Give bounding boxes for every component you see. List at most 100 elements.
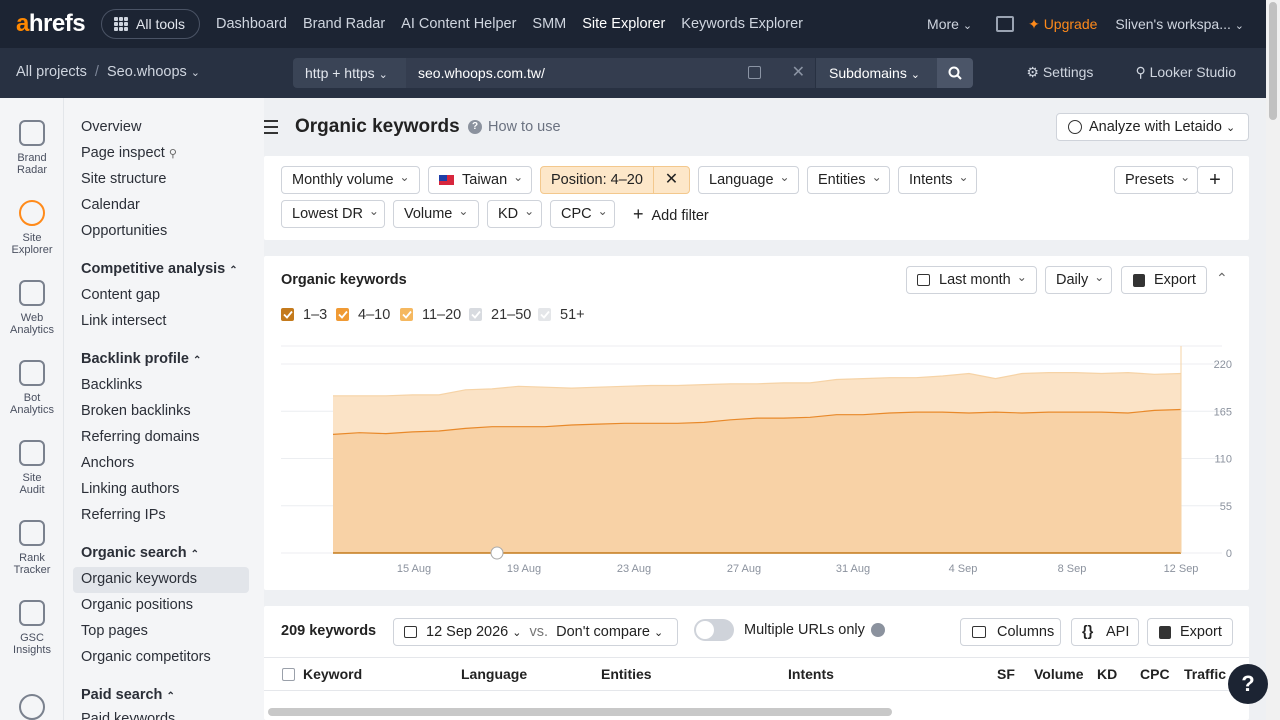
- remove-filter-icon[interactable]: ✕: [653, 166, 689, 194]
- add-filter-button[interactable]: + Add filter: [633, 200, 709, 228]
- legend-label: 51+: [560, 307, 585, 323]
- sidebar-item-organic-keywords[interactable]: Organic keywords: [81, 571, 197, 587]
- sidebar-item-top-pages[interactable]: Top pages: [81, 623, 148, 639]
- sidebar-heading-backlink[interactable]: Backlink profile ⌃: [81, 351, 201, 367]
- how-to-use-link[interactable]: ? How to use: [468, 119, 561, 135]
- volume-filter[interactable]: Volume: [393, 200, 479, 228]
- search-button[interactable]: [937, 58, 973, 88]
- sidebar-item-overview[interactable]: Overview: [81, 119, 141, 135]
- country-filter[interactable]: Taiwan: [428, 166, 532, 194]
- upgrade-button[interactable]: ✦ Upgrade: [1028, 16, 1097, 33]
- rail-settings[interactable]: [0, 694, 64, 720]
- page-title: Organic keywords: [295, 116, 460, 137]
- sidebar-item-page-inspect[interactable]: Page inspect ⚲: [81, 145, 177, 161]
- col-intents[interactable]: Intents: [788, 666, 834, 682]
- col-entities[interactable]: Entities: [601, 666, 652, 682]
- all-tools-button[interactable]: All tools: [101, 9, 200, 39]
- ahrefs-logo[interactable]: ahrefs: [16, 10, 86, 38]
- sidebar-item-calendar[interactable]: Calendar: [81, 197, 140, 213]
- protocol-select[interactable]: http + https ⌄: [293, 58, 406, 88]
- settings-button[interactable]: ⚙ Settings: [1026, 64, 1093, 81]
- workspace-menu[interactable]: Sliven's workspa... ⌄: [1115, 16, 1244, 32]
- multiple-urls-toggle[interactable]: [694, 619, 734, 641]
- tool-rail: Brand Radar Site Explorer Web Analytics Bot…: [0, 98, 64, 720]
- col-volume[interactable]: Volume: [1034, 666, 1084, 682]
- sidebar-item-referring-domains[interactable]: Referring domains: [81, 429, 199, 445]
- col-cpc[interactable]: CPC: [1140, 666, 1170, 682]
- url-input[interactable]: seo.whoops.com.tw/ ✕: [406, 58, 815, 88]
- add-preset-icon[interactable]: +: [1197, 166, 1233, 194]
- help-icon[interactable]: [870, 623, 885, 637]
- nav-ai-content-helper[interactable]: AI Content Helper: [401, 16, 516, 32]
- url-bar: http + https ⌄ seo.whoops.com.tw/ ✕ Subd…: [293, 58, 973, 88]
- legend-checkbox: [400, 308, 413, 321]
- nav-brand-radar[interactable]: Brand Radar: [303, 16, 385, 32]
- lowest-dr-filter[interactable]: Lowest DR: [281, 200, 385, 228]
- sidebar-item-site-structure[interactable]: Site structure: [81, 171, 166, 187]
- kd-filter[interactable]: KD: [487, 200, 542, 228]
- col-sf[interactable]: SF: [997, 666, 1015, 682]
- project-selector[interactable]: Seo.whoops ⌄: [107, 64, 200, 80]
- position-filter[interactable]: Position: 4–20 ✕: [540, 166, 690, 194]
- looker-studio-button[interactable]: ⚲ Looker Studio: [1135, 64, 1236, 81]
- help-icon: ?: [468, 120, 482, 134]
- sidebar-item-link-intersect[interactable]: Link intersect: [81, 313, 166, 329]
- select-all-checkbox[interactable]: [282, 668, 295, 681]
- table-export-button[interactable]: Export: [1147, 618, 1233, 646]
- rail-bot-analytics[interactable]: Bot Analytics: [0, 360, 64, 416]
- presets-button[interactable]: Presets: [1114, 166, 1198, 194]
- scrollbar-thumb[interactable]: [1269, 2, 1277, 120]
- sidebar-heading-competitive[interactable]: Competitive analysis ⌃: [81, 261, 238, 277]
- col-keyword[interactable]: Keyword: [303, 666, 362, 682]
- sidebar-item-referring-ips[interactable]: Referring IPs: [81, 507, 166, 523]
- all-projects-link[interactable]: All projects: [16, 64, 87, 80]
- sidebar-item-backlinks[interactable]: Backlinks: [81, 377, 142, 393]
- rail-site-audit[interactable]: Site Audit: [0, 440, 64, 496]
- monthly-volume-filter[interactable]: Monthly volume: [281, 166, 420, 194]
- nav-smm[interactable]: SMM: [532, 16, 566, 32]
- clear-icon[interactable]: ✕: [792, 58, 805, 88]
- vertical-scrollbar[interactable]: [1266, 0, 1280, 720]
- cpc-filter[interactable]: CPC: [550, 200, 615, 228]
- date-compare-select[interactable]: 12 Sep 2026 ⌄ vs. Don't compare ⌄: [393, 618, 678, 646]
- entities-filter[interactable]: Entities: [807, 166, 890, 194]
- sidebar-item-paid-keywords[interactable]: Paid keywords: [81, 711, 175, 720]
- col-traffic[interactable]: Traffic: [1184, 666, 1226, 682]
- sidebar-item-content-gap[interactable]: Content gap: [81, 287, 160, 303]
- sidebar-heading-paid[interactable]: Paid search ⌃: [81, 687, 175, 703]
- y-tick-label: 220: [1214, 359, 1232, 371]
- external-link-icon[interactable]: [748, 66, 761, 79]
- sidebar-item-linking-authors[interactable]: Linking authors: [81, 481, 179, 497]
- subbar-right: ⚙ Settings ⚲ Looker Studio: [1026, 64, 1236, 81]
- mode-select[interactable]: Subdomains ⌄: [815, 58, 937, 88]
- analyze-button[interactable]: Analyze with Letaido ⌄: [1056, 113, 1249, 141]
- nav-keywords-explorer[interactable]: Keywords Explorer: [681, 16, 803, 32]
- col-language[interactable]: Language: [461, 666, 527, 682]
- sidebar-item-anchors[interactable]: Anchors: [81, 455, 134, 471]
- rail-gsc-insights[interactable]: GSC Insights: [0, 600, 64, 656]
- sidebar-item-organic-positions[interactable]: Organic positions: [81, 597, 193, 613]
- rail-rank-tracker[interactable]: Rank Tracker: [0, 520, 64, 576]
- sidebar-item-broken-backlinks[interactable]: Broken backlinks: [81, 403, 191, 419]
- language-filter[interactable]: Language: [698, 166, 799, 194]
- sidebar-heading-organic[interactable]: Organic search ⌃: [81, 545, 199, 561]
- more-menu[interactable]: More ⌄: [927, 16, 972, 32]
- nav-site-explorer[interactable]: Site Explorer: [582, 16, 665, 32]
- monitor-icon[interactable]: [996, 16, 1015, 32]
- columns-button[interactable]: Columns: [960, 618, 1061, 646]
- nav-dashboard[interactable]: Dashboard: [216, 16, 287, 32]
- api-button[interactable]: {} API: [1071, 618, 1139, 646]
- intents-filter[interactable]: Intents: [898, 166, 977, 194]
- rail-brand-radar[interactable]: Brand Radar: [0, 120, 64, 176]
- sidebar-item-opportunities[interactable]: Opportunities: [81, 223, 167, 239]
- rail-site-explorer[interactable]: Site Explorer: [0, 200, 64, 256]
- col-kd[interactable]: KD: [1097, 666, 1117, 682]
- sidebar-item-organic-competitors[interactable]: Organic competitors: [81, 649, 211, 665]
- menu-icon[interactable]: [264, 120, 278, 138]
- help-button[interactable]: ?: [1228, 664, 1268, 704]
- rail-web-analytics[interactable]: Web Analytics: [0, 280, 64, 336]
- sparkle-icon: ✦: [1028, 15, 1040, 32]
- horizontal-scrollbar[interactable]: [268, 708, 892, 716]
- filters-panel: Monthly volume Taiwan Position: 4–20✕ La…: [264, 156, 1249, 240]
- keywords-table: 209 keywords 12 Sep 2026 ⌄ vs. Don't com…: [264, 606, 1249, 720]
